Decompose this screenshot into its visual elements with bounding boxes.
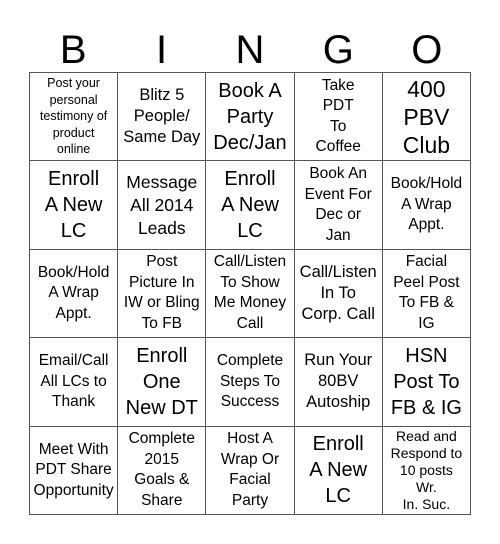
cell-text: Post your personal testimony of product … [39,76,108,157]
bingo-cell[interactable]: Take PDT To Coffee [294,73,383,162]
bingo-cell[interactable]: 400 PBV Club [382,73,471,162]
cell-text: Meet With PDT Share Opportunity [33,440,114,499]
cell-text: HSN Post To FB & IG [390,344,462,419]
header-letter-i: I [156,28,168,72]
cell-text: Run Your 80BV Autoship [304,351,373,412]
cell-text: Host A Wrap Or Facial Party [220,430,280,509]
cell-text: Enroll One New DT [125,344,198,419]
bingo-cell[interactable]: Book/Hold A Wrap Appt. [382,161,471,250]
bingo-cell[interactable]: Enroll A New LC [206,161,295,250]
cell-text: Enroll A New LC [221,168,279,243]
cell-text: Book/Hold A Wrap Appt. [390,175,463,234]
bingo-cell[interactable]: Complete Steps To Success [206,338,295,427]
bingo-cell[interactable]: Read and Respond to 10 posts Wr. In. Suc… [382,426,471,515]
header-letter-b: B [59,28,87,72]
cell-text: 400 PBV Club [402,75,451,158]
bingo-cell[interactable]: Host A Wrap Or Facial Party [206,426,295,515]
cell-text: Book A Party Dec/Jan [213,79,287,154]
header-letter-g: G [322,28,354,72]
bingo-cell[interactable]: HSN Post To FB & IG [382,338,471,427]
header-letter-o: O [411,28,443,72]
cell-text: Take PDT To Coffee [315,76,361,156]
bingo-cell[interactable]: Complete 2015 Goals & Share [118,426,207,515]
cell-text: Enroll A New LC [309,433,368,508]
cell-text: Email/Call All LCs to Thank [38,352,109,411]
bingo-cell[interactable]: Book/Hold A Wrap Appt. [30,249,119,339]
bingo-cell[interactable]: Call/Listen To Show Me Money Call [206,249,295,339]
bingo-cell[interactable]: Enroll A New LC [30,161,119,250]
bingo-cell[interactable]: Post your personal testimony of product … [30,73,119,162]
cell-text: Message All 2014 Leads [126,171,198,238]
cell-text: Call/Listen To Show Me Money Call [213,253,287,332]
cell-text: Facial Peel Post To FB & IG [393,253,460,332]
cell-text: Blitz 5 People/ Same Day [123,86,201,147]
cell-text: Enroll A New LC [44,168,103,243]
bingo-cell[interactable]: Email/Call All LCs to Thank [30,338,119,427]
bingo-cell[interactable]: Enroll A New LC [294,426,383,515]
bingo-cell[interactable]: Post Picture In IW or Bling To FB [118,249,207,339]
bingo-cell[interactable]: Run Your 80BV Autoship [294,338,383,427]
bingo-cell[interactable]: Message All 2014 Leads [118,161,207,250]
bingo-cell[interactable]: Enroll One New DT [118,338,207,427]
bingo-cell[interactable]: Blitz 5 People/ Same Day [118,73,207,162]
cell-text: Post Picture In IW or Bling To FB [123,253,200,332]
bingo-cell[interactable]: Facial Peel Post To FB & IG [382,249,471,339]
bingo-cell[interactable]: Meet With PDT Share Opportunity [30,426,119,515]
header-letter-n: N [235,28,265,72]
bingo-grid: Post your personal testimony of product … [29,72,471,515]
cell-text: Book An Event For Dec or Jan [304,165,372,244]
cell-text: Complete Steps To Success [216,352,284,411]
cell-text: Complete 2015 Goals & Share [128,430,195,509]
cell-text: Read and Respond to 10 posts Wr. In. Suc… [390,427,463,512]
cell-text: Book/Hold A Wrap Appt. [37,263,110,322]
bingo-cell[interactable]: Book A Party Dec/Jan [206,73,295,162]
bingo-cell[interactable]: Book An Event For Dec or Jan [294,161,383,250]
bingo-header: B I N G O [29,28,471,72]
cell-text: Call/Listen In To Corp. Call [299,262,377,323]
bingo-cell[interactable]: Call/Listen In To Corp. Call [294,249,383,339]
